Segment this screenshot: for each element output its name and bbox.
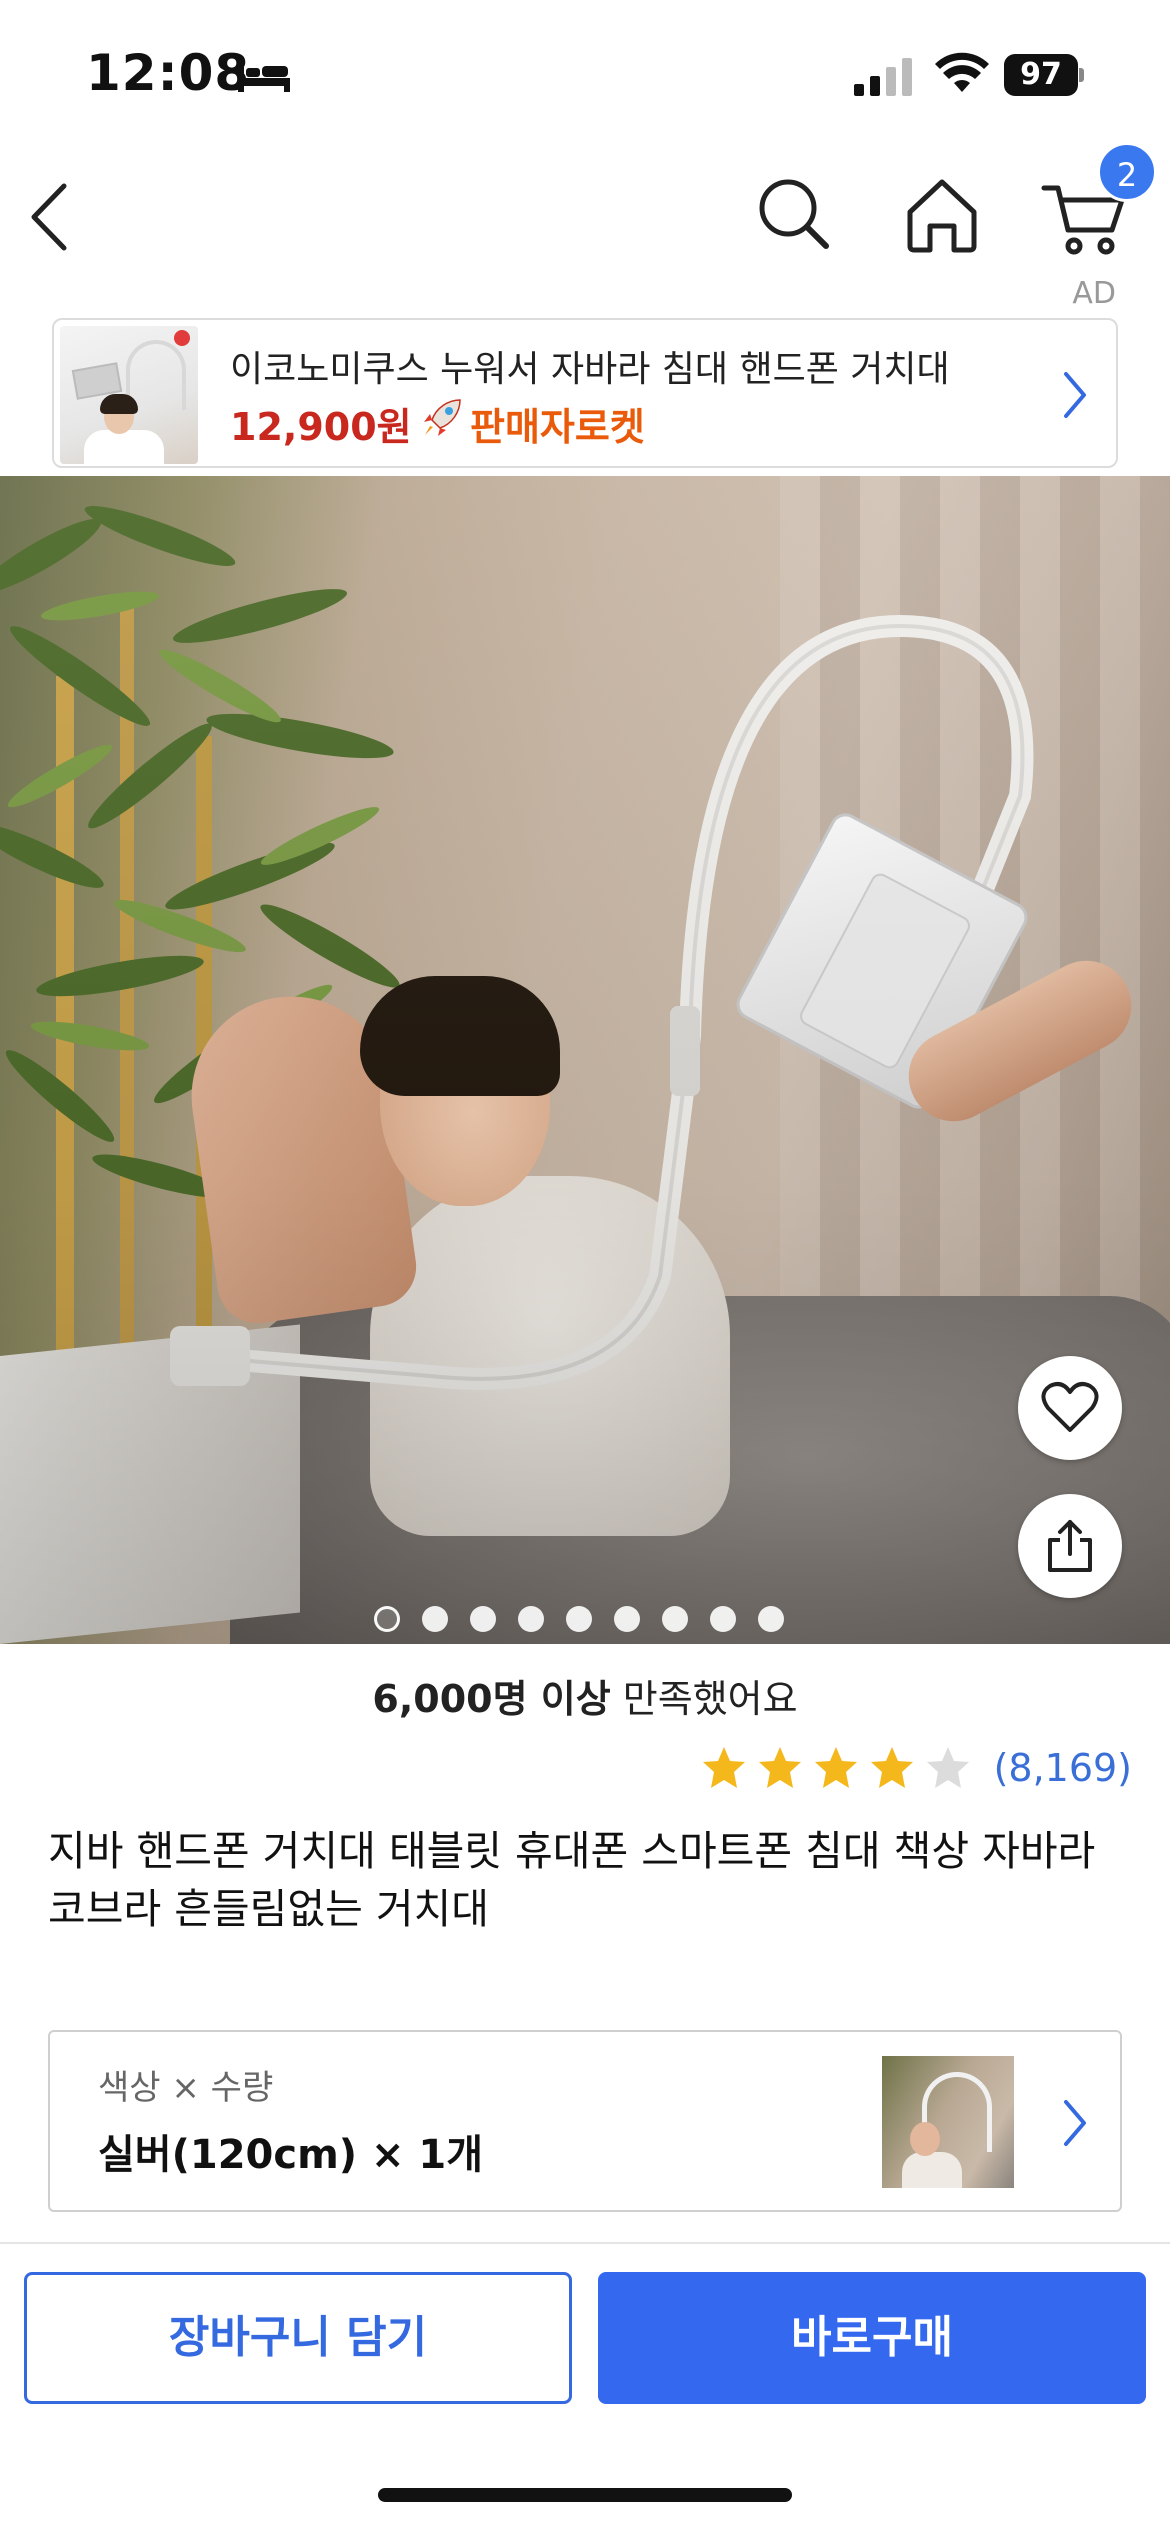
signal-icon (854, 58, 912, 96)
rocket-icon (424, 399, 461, 436)
pager-dot[interactable] (518, 1606, 544, 1632)
pager-dot[interactable] (662, 1606, 688, 1632)
rating-row[interactable]: (8,169) (700, 1738, 1132, 1798)
option-thumb-face (910, 2122, 940, 2156)
pager-dot[interactable] (758, 1606, 784, 1632)
ad-seller-rocket-badge: 판매자로켓 (470, 405, 645, 449)
home-indicator[interactable] (378, 2488, 792, 2502)
option-thumbnail (882, 2056, 1014, 2188)
bed-icon (238, 64, 290, 92)
star-rating (700, 1744, 972, 1792)
option-thumb-shirt (902, 2152, 962, 2188)
chevron-right-icon (1064, 372, 1086, 418)
option-label: 색상 × 수량 (98, 2068, 274, 2108)
pager-dot[interactable] (710, 1606, 736, 1632)
pager-dot[interactable] (566, 1606, 592, 1632)
satisfaction-count: 6,000명 이상 (372, 1677, 611, 1721)
ad-banner[interactable]: 이코노미쿠스 누워서 자바라 침대 핸드폰 거치대 12,900원 판매자로켓 (52, 318, 1118, 468)
product-title: 지바 핸드폰 거치대 태블릿 휴대폰 스마트폰 침대 책상 자바라 코브라 흔들… (48, 1827, 1096, 1933)
option-value: 실버(120cm) × 1개 (98, 2132, 484, 2178)
star-filled-icon (702, 1747, 745, 1788)
back-icon[interactable] (20, 172, 90, 262)
product-page: 12:08 97 2 AD 이코노미쿠스 누워서 자바라 침대 핸드폰 거치대 … (0, 0, 1170, 2532)
star-filled-icon (814, 1747, 857, 1788)
star-filled-icon (758, 1747, 801, 1788)
pager-dot[interactable] (422, 1606, 448, 1632)
star-empty-icon (926, 1747, 969, 1788)
review-count-link[interactable]: (8,169) (994, 1746, 1132, 1790)
pager-dot[interactable] (374, 1606, 400, 1632)
battery-icon: 97 (1004, 54, 1084, 96)
product-image-gallery[interactable] (0, 476, 1170, 1644)
status-time: 12:08 (86, 44, 251, 102)
star-filled-icon (870, 1747, 913, 1788)
chevron-right-icon (1064, 2100, 1086, 2146)
bottom-divider (0, 2242, 1170, 2244)
pager-dot[interactable] (614, 1606, 640, 1632)
add-to-cart-button[interactable]: 장바구니 담기 (24, 2272, 572, 2404)
wifi-icon (935, 52, 989, 92)
ad-label: AD (1072, 276, 1116, 311)
share-button[interactable] (1018, 1494, 1122, 1598)
like-button[interactable] (1018, 1356, 1122, 1460)
ad-thumb-body (84, 430, 164, 464)
share-icon (1048, 1520, 1092, 1572)
ad-title: 이코노미쿠스 누워서 자바라 침대 핸드폰 거치대 (230, 349, 950, 390)
ad-product-thumbnail (60, 326, 198, 464)
option-selector[interactable]: 색상 × 수량 실버(120cm) × 1개 (48, 2030, 1122, 2212)
home-icon[interactable] (900, 174, 984, 254)
ad-thumb-logo (174, 330, 190, 346)
status-bar: 12:08 97 (0, 0, 1170, 150)
battery-level: 97 (1004, 54, 1078, 96)
battery-tip (1079, 68, 1084, 82)
satisfaction-text: 6,000명 이상 만족했어요 (0, 1668, 1170, 1723)
satisfaction-suffix: 만족했어요 (610, 1677, 798, 1721)
photo-shading (0, 476, 1170, 1644)
image-pager[interactable] (374, 1606, 784, 1636)
buy-now-button[interactable]: 바로구매 (598, 2272, 1146, 2404)
search-icon[interactable] (754, 174, 834, 254)
ad-price: 12,900원 (230, 405, 412, 449)
pager-dot[interactable] (470, 1606, 496, 1632)
cart-count-badge: 2 (1097, 142, 1157, 202)
top-nav-bar (0, 150, 1170, 280)
ad-thumb-hair (100, 394, 138, 414)
heart-icon (1041, 1382, 1099, 1432)
